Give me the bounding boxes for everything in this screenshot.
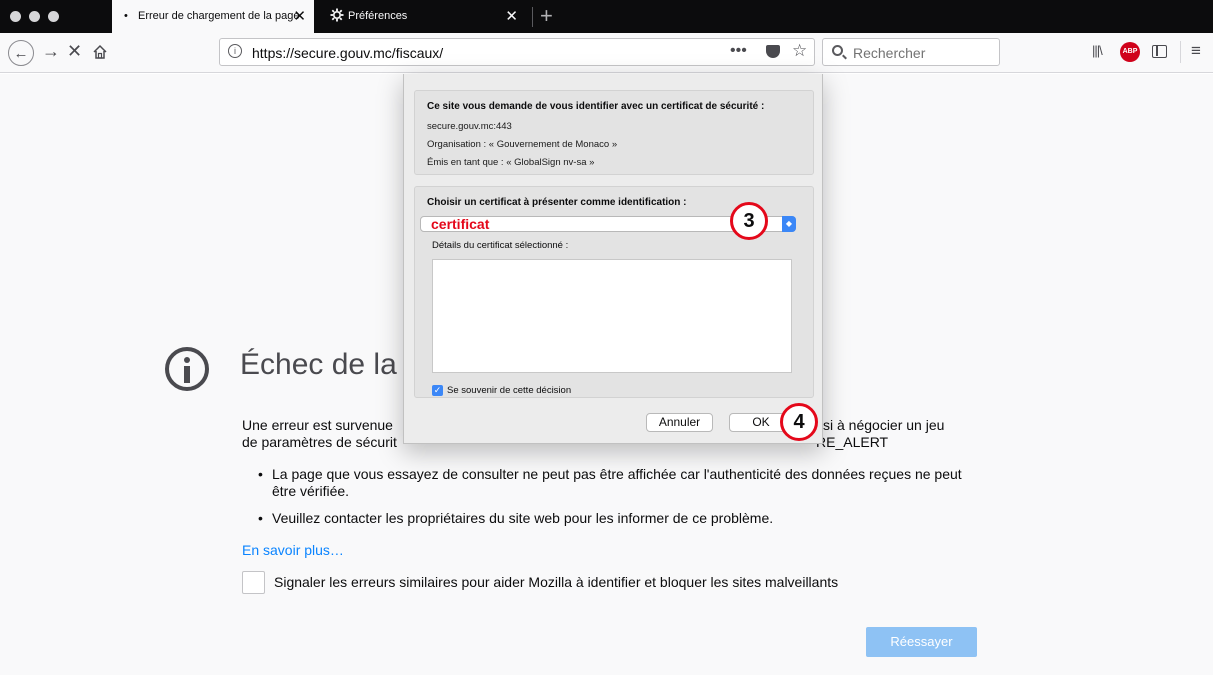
tab-label: Préférences — [348, 10, 408, 22]
tab-error-page[interactable]: Erreur de chargement de la page ✕ — [112, 0, 314, 33]
library-icon[interactable]: |||\ — [1092, 43, 1103, 58]
chevron-updown-icon[interactable]: ◆ — [782, 216, 796, 232]
certificate-details-box[interactable] — [432, 259, 792, 373]
error-description: ssi à négocier un jeu — [816, 417, 945, 433]
organisation-text: Organisation : « Gouvernement de Monaco … — [427, 139, 618, 150]
tab-preferences[interactable]: Préférences ✕ — [316, 0, 526, 33]
search-placeholder: Rechercher — [853, 45, 926, 61]
list-item: Veuillez contacter les propriétaires du … — [258, 510, 972, 527]
step-marker-4: 4 — [780, 403, 818, 441]
step-marker-3: 3 — [730, 202, 768, 240]
remember-label: Se souvenir de cette décision — [447, 385, 572, 396]
tab-separator — [532, 7, 533, 27]
window-zoom-dot[interactable] — [48, 11, 59, 22]
back-icon[interactable]: ← — [8, 40, 34, 66]
page-actions-icon[interactable]: ••• — [730, 42, 747, 60]
error-bullets: La page que vous essayez de consulter ne… — [258, 466, 972, 537]
error-description: de paramètres de sécurit — [242, 434, 397, 450]
host-text: secure.gouv.mc:443 — [427, 121, 512, 132]
home-icon[interactable] — [92, 44, 108, 60]
request-heading: Ce site vous demande de vous identifier … — [427, 101, 765, 112]
tab-strip: Erreur de chargement de la page ✕ Préfér… — [0, 0, 1213, 33]
report-errors-label: Signaler les erreurs similaires pour aid… — [274, 574, 839, 590]
pocket-icon[interactable] — [766, 45, 780, 58]
window-close-dot[interactable] — [10, 11, 21, 22]
list-item: La page que vous essayez de consulter ne… — [258, 466, 972, 500]
remember-checkbox[interactable]: ✓ — [432, 385, 443, 396]
error-description: Une erreur est survenue — [242, 417, 393, 433]
page-title: Échec de la — [240, 348, 397, 381]
cancel-button[interactable]: Annuler — [646, 413, 713, 432]
issuer-text: Émis en tant que : « GlobalSign nv-sa » — [427, 157, 595, 168]
url-text[interactable]: https://secure.gouv.mc/fiscaux/ — [252, 45, 443, 61]
tab-close-icon[interactable]: ✕ — [505, 7, 518, 25]
tab-close-icon[interactable]: ✕ — [293, 7, 306, 25]
forward-icon[interactable]: → — [42, 41, 60, 62]
info-icon[interactable]: i — [228, 44, 242, 58]
toolbar-separator — [1180, 41, 1181, 63]
choose-heading: Choisir un certificat à présenter comme … — [427, 197, 687, 208]
tab-label: Erreur de chargement de la page — [124, 10, 299, 22]
error-code: RE_ALERT — [816, 434, 889, 450]
certificate-dialog: Ce site vous demande de vous identifier … — [403, 74, 823, 444]
search-input[interactable]: Rechercher — [822, 38, 1000, 66]
window-minimize-dot[interactable] — [29, 11, 40, 22]
site-request-group: Ce site vous demande de vous identifier … — [414, 90, 814, 175]
menu-icon[interactable]: ≡ — [1191, 41, 1201, 61]
selected-certificate: certificat — [431, 216, 490, 232]
sidebar-icon[interactable] — [1152, 45, 1167, 58]
retry-button[interactable]: Réessayer — [866, 627, 977, 657]
stop-icon[interactable]: ✕ — [67, 41, 82, 62]
details-label: Détails du certificat sélectionné : — [432, 240, 569, 251]
navigation-toolbar: ← → ✕ i https://secure.gouv.mc/fiscaux/ … — [0, 33, 1213, 73]
report-errors-checkbox[interactable] — [242, 571, 265, 594]
new-tab-icon[interactable]: + — [540, 3, 553, 29]
gear-icon — [330, 8, 344, 22]
search-icon — [832, 45, 843, 56]
info-icon — [165, 347, 209, 391]
learn-more-link[interactable]: En savoir plus… — [242, 542, 344, 558]
star-icon[interactable]: ☆ — [792, 41, 807, 61]
adblock-icon[interactable]: ABP — [1120, 42, 1140, 62]
url-bar[interactable]: i https://secure.gouv.mc/fiscaux/ ••• ☆ — [219, 38, 815, 66]
